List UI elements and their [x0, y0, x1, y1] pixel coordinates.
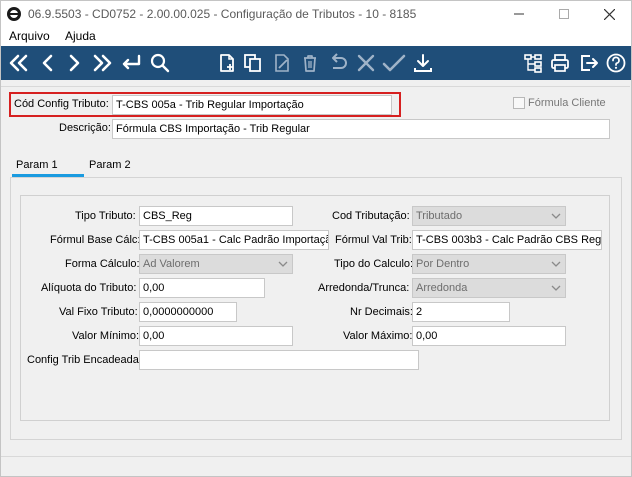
cancel-icon	[357, 54, 375, 72]
descricao-label: Descrição:	[59, 122, 111, 134]
cod-tributacao-select[interactable]: Tributado	[412, 206, 566, 226]
tipo-calculo-label: Tipo do Calculo:	[334, 258, 414, 270]
cod-tributacao-value: Tributado	[416, 210, 463, 222]
val-fixo-label: Val Fixo Tributo:	[59, 306, 138, 318]
forma-calculo-select[interactable]: Ad Valorem	[139, 254, 293, 274]
tipo-tributo-label: Tipo Tributo:	[75, 210, 136, 222]
toolbar	[0, 46, 632, 80]
app-logo-icon	[7, 7, 21, 21]
formul-val-label: Fórmul Val Trib:	[335, 234, 412, 246]
forma-calculo-value: Ad Valorem	[143, 258, 200, 270]
valor-minimo-field[interactable]: 0,00	[139, 326, 293, 346]
menu-ajuda[interactable]: Ajuda	[65, 29, 96, 43]
arredonda-value: Arredonda	[416, 282, 468, 294]
formul-val-field[interactable]: T-CBS 003b3 - Calc Padrão CBS Regular	[412, 230, 602, 250]
tab-param-1[interactable]: Param 1	[16, 159, 58, 171]
config-encadeada-field[interactable]	[139, 350, 419, 370]
delete-button[interactable]	[297, 50, 323, 76]
first-record-button[interactable]	[6, 50, 32, 76]
formul-base-label: Fórmul Base Cálc:	[50, 234, 141, 246]
previous-record-button[interactable]	[35, 50, 61, 76]
tipo-tributo-field[interactable]: CBS_Reg	[139, 206, 293, 226]
forma-calculo-label: Forma Cálculo:	[65, 258, 140, 270]
previous-record-icon	[42, 54, 53, 72]
exit-button[interactable]	[576, 50, 602, 76]
download-button[interactable]	[410, 50, 436, 76]
download-icon	[414, 54, 432, 72]
arredonda-select[interactable]: Arredonda	[412, 278, 566, 298]
structure-icon	[524, 54, 542, 73]
cancel-button[interactable]	[353, 50, 379, 76]
minimize-button[interactable]	[496, 0, 542, 28]
minimize-icon	[514, 13, 524, 15]
copy-button[interactable]	[240, 50, 266, 76]
first-record-icon	[9, 54, 28, 72]
status-bar	[0, 456, 632, 477]
chevron-down-icon	[278, 261, 288, 267]
structure-button[interactable]	[520, 50, 546, 76]
enter-button[interactable]	[118, 50, 144, 76]
help-button[interactable]	[603, 50, 629, 76]
enter-icon	[122, 54, 141, 70]
formula-cliente-label: Fórmula Cliente	[528, 97, 606, 109]
search-button[interactable]	[147, 50, 173, 76]
tipo-calculo-select[interactable]: Por Dentro	[412, 254, 566, 274]
config-encadeada-label: Config Trib Encadeada:	[27, 354, 142, 366]
nr-decimais-field[interactable]: 2	[412, 302, 510, 322]
edit-icon	[275, 54, 289, 72]
last-record-icon	[93, 54, 112, 72]
valor-maximo-field[interactable]: 0,00	[412, 326, 566, 346]
confirm-button[interactable]	[381, 50, 407, 76]
valor-minimo-label: Valor Mínimo:	[72, 330, 140, 342]
tipo-calculo-value: Por Dentro	[416, 258, 470, 270]
delete-icon	[304, 55, 316, 72]
new-document-icon	[220, 54, 234, 72]
cod-tributacao-label: Cod Tributação:	[332, 210, 410, 222]
new-button[interactable]	[214, 50, 240, 76]
exit-icon	[581, 55, 598, 71]
search-icon	[150, 53, 170, 73]
aliquota-label: Alíquota do Tributo:	[41, 282, 137, 294]
menu-arquivo[interactable]: Arquivo	[9, 29, 50, 43]
formula-cliente-checkbox[interactable]	[513, 97, 525, 109]
val-fixo-field[interactable]: 0,0000000000	[139, 302, 237, 322]
last-record-button[interactable]	[89, 50, 115, 76]
tab-bar: Param 1 Param 2	[10, 156, 622, 178]
formul-base-field[interactable]: T-CBS 005a1 - Calc Padrão Importação	[139, 230, 329, 250]
undo-icon	[332, 53, 347, 69]
undo-button[interactable]	[325, 50, 351, 76]
close-icon	[603, 8, 615, 20]
next-record-button[interactable]	[61, 50, 87, 76]
aliquota-field[interactable]: 0,00	[139, 278, 265, 298]
tab-param-2[interactable]: Param 2	[89, 159, 131, 171]
confirm-icon	[382, 54, 406, 72]
print-icon	[551, 54, 569, 72]
help-icon	[606, 53, 626, 73]
close-button[interactable]	[586, 0, 632, 28]
descricao-field[interactable]: Fórmula CBS Importação - Trib Regular	[112, 119, 610, 139]
chevron-down-icon	[551, 261, 561, 267]
chevron-down-icon	[551, 213, 561, 219]
menu-bar: Arquivo Ajuda	[0, 28, 632, 46]
highlight-box	[9, 92, 401, 117]
copy-icon	[244, 54, 261, 72]
title-bar: 06.9.5503 - CD0752 - 2.00.00.025 - Confi…	[0, 0, 632, 28]
edit-button[interactable]	[269, 50, 295, 76]
maximize-button[interactable]	[541, 0, 587, 28]
nr-decimais-label: Nr Decimais:	[350, 306, 413, 318]
maximize-icon	[559, 9, 569, 19]
chevron-down-icon	[551, 285, 561, 291]
next-record-icon	[69, 54, 80, 72]
window-title: 06.9.5503 - CD0752 - 2.00.00.025 - Confi…	[28, 7, 417, 21]
arredonda-label: Arredonda/Trunca:	[318, 282, 410, 294]
print-button[interactable]	[547, 50, 573, 76]
valor-maximo-label: Valor Máximo:	[343, 330, 413, 342]
